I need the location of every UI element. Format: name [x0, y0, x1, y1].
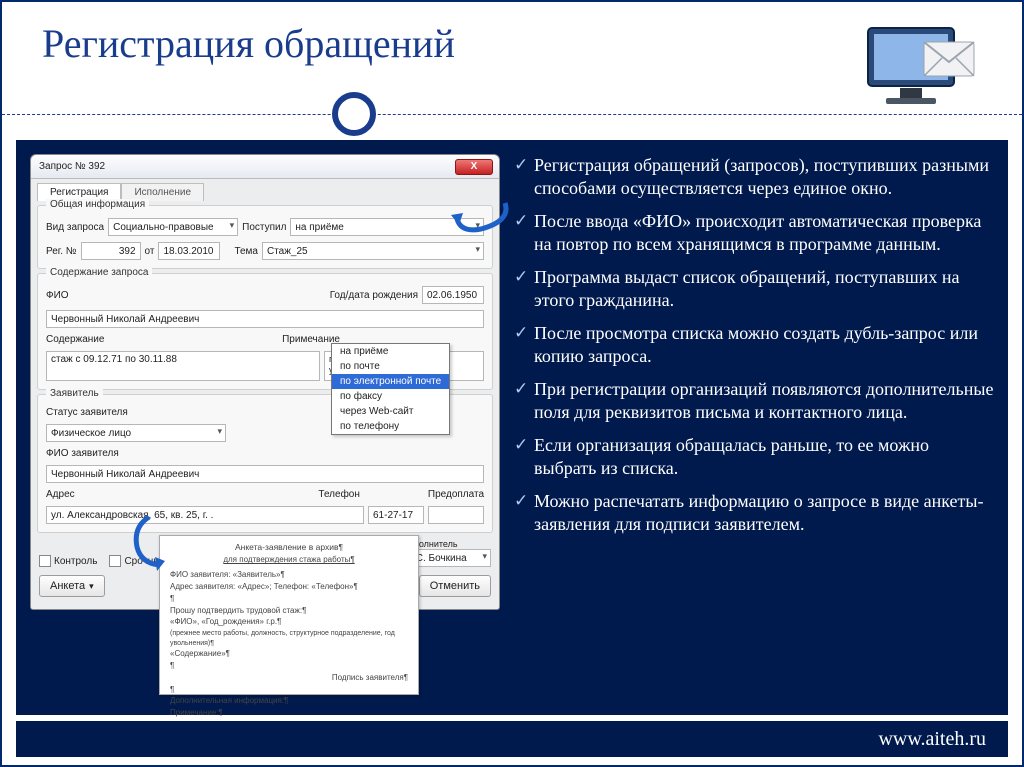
page-title: Регистрация обращений — [42, 20, 982, 67]
ot-input[interactable]: 18.03.2010 — [158, 242, 220, 260]
group-content-title: Содержание запроса — [46, 267, 152, 278]
vid-label: Вид запроса — [46, 222, 104, 233]
addr-label: Адрес — [46, 489, 75, 500]
decorative-circle-icon — [332, 92, 376, 136]
close-button[interactable]: X — [455, 159, 493, 175]
bullet-item: Если организация обращалась раньше, то е… — [514, 434, 994, 480]
monitor-mail-icon — [862, 20, 982, 120]
reg-label: Рег. № — [46, 246, 77, 257]
fio2-input[interactable]: Червонный Николай Андреевич — [46, 465, 484, 483]
predopl-label: Предоплата — [428, 489, 484, 500]
tel-input[interactable]: 61-27-17 — [368, 506, 424, 524]
vid-combo[interactable]: Социально-правовые — [108, 218, 238, 236]
app-window: Запрос № 392 X Регистрация Исполнение Об… — [30, 154, 500, 610]
window-title: Запрос № 392 — [39, 161, 105, 172]
postupil-dropdown[interactable]: на приёме по почте по электронной почте … — [331, 343, 450, 435]
dob-label: Год/дата рождения — [330, 290, 418, 301]
predopl-input[interactable] — [428, 506, 484, 524]
anketa-button[interactable]: Анкета ▾ — [39, 575, 105, 597]
tema-label: Тема — [234, 246, 258, 257]
anketa-preview: Анкета-заявление в архив¶ для подтвержде… — [159, 535, 419, 695]
group-general-title: Общая информация — [46, 199, 149, 210]
tema-combo[interactable]: Стаж_25 — [262, 242, 484, 260]
soderj-input[interactable]: стаж с 09.12.71 по 30.11.88 — [46, 351, 320, 381]
status-label: Статус заявителя — [46, 407, 128, 418]
bullet-item: Регистрация обращений (запросов), поступ… — [514, 154, 994, 200]
ot-label: от — [145, 246, 155, 257]
kontrol-checkbox[interactable]: Контроль — [39, 555, 97, 567]
bullet-item: После ввода «ФИО» происходит автоматичес… — [514, 210, 994, 256]
postupil-label: Поступил — [242, 222, 286, 233]
footer-link[interactable]: www.aiteh.ru — [878, 728, 986, 751]
soderj-label: Содержание — [46, 334, 104, 345]
dropdown-option[interactable]: по почте — [332, 359, 449, 374]
arrow-icon — [451, 199, 511, 235]
arrow-icon — [131, 513, 171, 573]
reg-input[interactable]: 392 — [81, 242, 141, 260]
dropdown-option[interactable]: по факсу — [332, 389, 449, 404]
bullet-item: Программа выдаст список обращений, посту… — [514, 266, 994, 312]
fio-label: ФИО — [46, 290, 70, 301]
group-applicant-title: Заявитель — [46, 388, 103, 399]
fio-input[interactable]: Червонный Николай Андреевич — [46, 310, 484, 328]
footer: www.aiteh.ru — [16, 721, 1008, 757]
status-combo[interactable]: Физическое лицо — [46, 424, 226, 442]
dropdown-option[interactable]: на приёме — [332, 344, 449, 359]
fio2-label: ФИО заявителя — [46, 448, 119, 459]
dropdown-option-selected[interactable]: по электронной почте — [332, 374, 449, 389]
bullet-item: После просмотра списка можно создать дуб… — [514, 322, 994, 368]
dropdown-option[interactable]: по телефону — [332, 419, 449, 434]
dropdown-option[interactable]: через Web-сайт — [332, 404, 449, 419]
bullet-list: Регистрация обращений (запросов), поступ… — [514, 154, 994, 701]
cancel-button[interactable]: Отменить — [419, 575, 491, 597]
bullet-item: При регистрации организаций появляются д… — [514, 378, 994, 424]
bullet-item: Можно распечатать информацию о запросе в… — [514, 490, 994, 536]
tel-label: Телефон — [318, 489, 359, 500]
separator — [2, 114, 1022, 115]
addr-input[interactable]: ул. Александровская, 65, кв. 25, г. . — [46, 506, 364, 524]
dob-input[interactable]: 02.06.1950 — [422, 286, 484, 304]
